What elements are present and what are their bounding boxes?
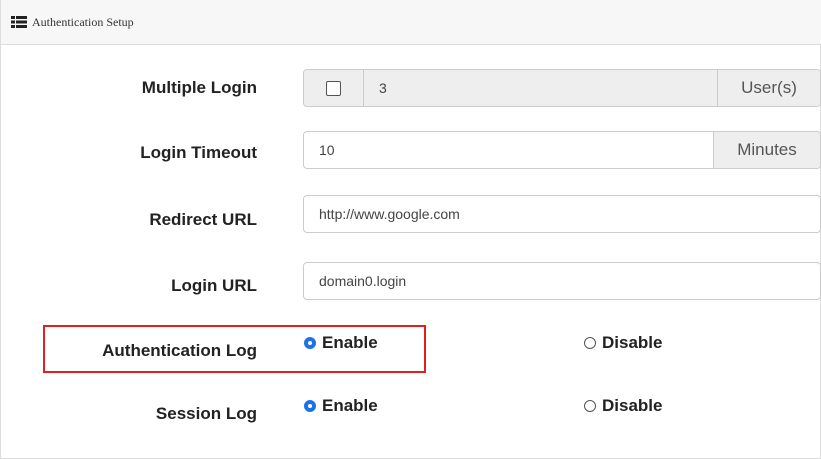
multiple-login-checkbox[interactable] bbox=[326, 80, 341, 96]
radio-unselected-icon[interactable] bbox=[584, 337, 596, 349]
multiple-login-users-input[interactable]: 3 bbox=[364, 70, 717, 106]
panel-title: Authentication Setup bbox=[32, 15, 134, 29]
session-log-enable-label: Enable bbox=[322, 396, 378, 415]
login-timeout-input[interactable]: 10 bbox=[304, 132, 713, 168]
login-url-input[interactable]: domain0.login bbox=[304, 263, 820, 299]
multiple-login-checkbox-addon[interactable] bbox=[304, 70, 364, 106]
multiple-login-label: Multiple Login bbox=[141, 78, 257, 97]
authentication-log-enable-radio[interactable]: Enable bbox=[304, 333, 378, 353]
session-log-disable-label: Disable bbox=[602, 396, 663, 415]
users-unit-label: User(s) bbox=[717, 70, 820, 106]
panel-header: Authentication Setup bbox=[1, 0, 821, 45]
radio-selected-icon[interactable] bbox=[304, 400, 316, 412]
multiple-login-group: 3 User(s) bbox=[303, 69, 821, 107]
login-url-label: Login URL bbox=[171, 276, 257, 295]
authentication-log-enable-label: Enable bbox=[322, 333, 378, 352]
redirect-url-group: http://www.google.com bbox=[303, 195, 821, 233]
login-timeout-label: Login Timeout bbox=[140, 143, 257, 162]
session-log-disable-radio[interactable]: Disable bbox=[584, 396, 662, 416]
session-log-enable-radio[interactable]: Enable bbox=[304, 396, 378, 416]
authentication-log-disable-radio[interactable]: Disable bbox=[584, 333, 662, 353]
authentication-log-label: Authentication Log bbox=[102, 341, 257, 360]
session-log-label: Session Log bbox=[155, 404, 257, 423]
list-icon bbox=[11, 16, 27, 28]
authentication-log-disable-label: Disable bbox=[602, 333, 663, 352]
minutes-unit-label: Minutes bbox=[713, 132, 820, 168]
redirect-url-label: Redirect URL bbox=[149, 210, 257, 229]
radio-selected-icon[interactable] bbox=[304, 337, 316, 349]
authentication-setup-panel: Authentication Setup Multiple Login 3 Us… bbox=[0, 0, 821, 459]
login-url-group: domain0.login bbox=[303, 262, 821, 300]
redirect-url-input[interactable]: http://www.google.com bbox=[304, 196, 820, 232]
radio-unselected-icon[interactable] bbox=[584, 400, 596, 412]
login-timeout-group: 10 Minutes bbox=[303, 131, 821, 169]
